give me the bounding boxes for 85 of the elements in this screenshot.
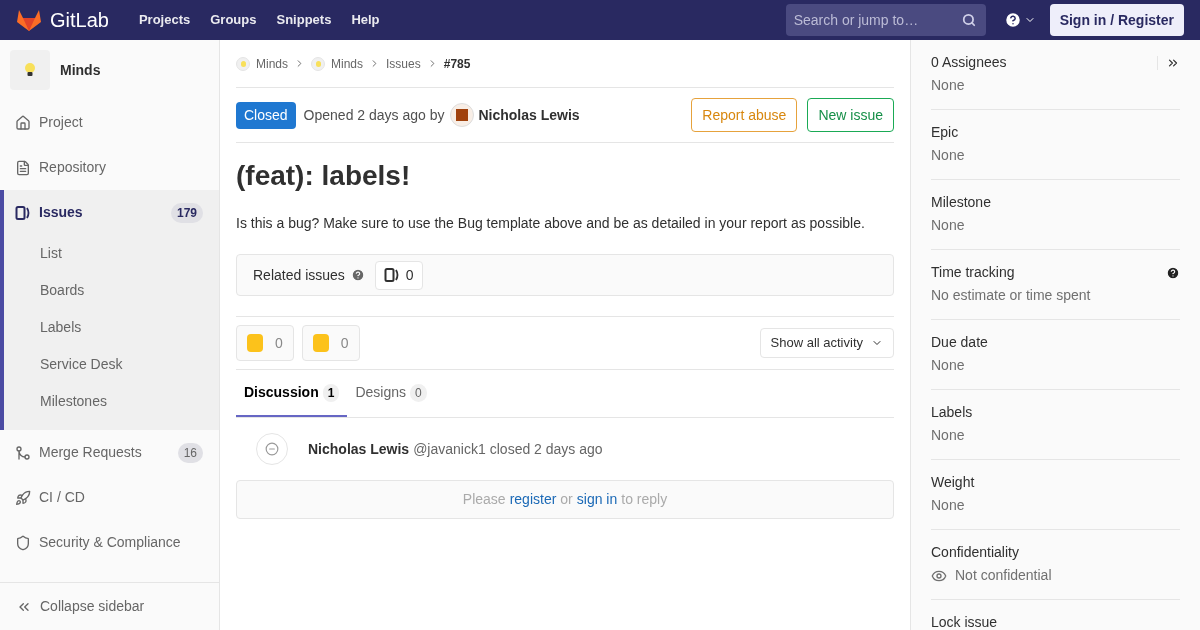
breadcrumb-link[interactable]: #785 — [443, 54, 471, 73]
note-action: closed 2 days ago — [489, 439, 603, 459]
activity-filter-dropdown[interactable]: Show all activity — [759, 328, 894, 358]
sidebar-item[interactable]: Security & Compliance — [0, 520, 219, 565]
sidebar-subitem[interactable]: List — [4, 235, 219, 272]
project-avatar — [311, 56, 325, 71]
opened-text: Opened 2 days ago by — [303, 105, 445, 125]
minus-circle-icon — [265, 442, 279, 456]
note-author[interactable]: Nicholas Lewis — [308, 438, 410, 460]
sidebar-subitem[interactable]: Boards — [4, 272, 219, 309]
breadcrumb-link[interactable]: Issues — [386, 54, 421, 73]
tab[interactable]: Designs 0 — [347, 370, 435, 417]
sign-in-button[interactable]: Sign in / Register — [1049, 4, 1184, 36]
status-badge: Closed — [236, 101, 296, 129]
section-title: Epic — [931, 123, 959, 142]
note-handle[interactable]: @javanick1 — [413, 438, 486, 460]
sidebar-item[interactable]: Project — [0, 100, 219, 145]
sidebar-item[interactable]: Repository — [0, 145, 219, 190]
sidebar-item[interactable]: Issues 179 — [4, 190, 219, 235]
nav-icon — [15, 159, 31, 176]
issue-title: (feat): labels! — [236, 159, 412, 193]
sidebar-label: Project — [39, 113, 84, 132]
count-badge: 179 — [170, 202, 203, 223]
nav-link[interactable]: Groups — [200, 10, 267, 30]
reply-prompt: Please register or sign in to reply — [236, 480, 894, 519]
collapse-sidebar-button[interactable]: Collapse sidebar — [0, 582, 219, 630]
section-title: Weight — [931, 473, 975, 492]
section-title: Time tracking — [931, 263, 1015, 282]
section-title: 0 Assignees — [931, 53, 1007, 72]
sidebar-subitem[interactable]: Service Desk — [4, 346, 219, 383]
section-value: None — [931, 496, 965, 515]
reaction-button[interactable]: 0 — [236, 325, 294, 361]
sidebar-label: CI / CD — [39, 488, 86, 507]
help-icon[interactable] — [1003, 11, 1022, 29]
section-value: None — [931, 426, 965, 445]
nav-icon — [15, 114, 31, 131]
nav-icon — [15, 534, 31, 551]
issue-description: Is this a bug? Make sure to use the Bug template above and be as detailed in your report as possible. — [236, 214, 866, 233]
section-value: No estimate or time spent — [931, 286, 1091, 305]
sign-in-link[interactable]: sign in — [576, 489, 618, 510]
section-value: Not confidential — [955, 566, 1052, 585]
nav-icon — [15, 489, 31, 506]
issues-icon — [383, 267, 400, 283]
nav-icon — [15, 444, 31, 461]
project-avatar — [236, 56, 250, 71]
section-value: None — [931, 356, 965, 375]
nav-link[interactable]: Snippets — [266, 10, 342, 30]
fox-logo-icon[interactable] — [16, 8, 42, 32]
count-badge: 1 — [322, 383, 340, 402]
project-name[interactable]: Minds — [60, 59, 101, 81]
section-value: None — [931, 76, 965, 95]
sidebar-item[interactable]: CI / CD — [0, 475, 219, 520]
related-issues-label: Related issues — [253, 265, 345, 285]
related-count-badge: 0 — [374, 260, 423, 290]
section-value: None — [931, 146, 965, 165]
sidebar-subitem[interactable]: Milestones — [4, 383, 219, 420]
sidebar-label: Merge Requests — [39, 443, 143, 462]
reaction-button[interactable]: 0 — [301, 325, 360, 361]
section-title: Labels — [931, 403, 973, 422]
section-title: Lock issue — [931, 613, 998, 630]
sidebar-label: Repository — [39, 158, 107, 177]
tab[interactable]: Discussion 1 — [236, 370, 348, 417]
nav-link[interactable]: Help — [341, 10, 390, 30]
brand-name[interactable]: GitLab — [50, 5, 109, 35]
new-issue-button[interactable]: New issue — [807, 98, 894, 132]
count-badge: 0 — [410, 383, 427, 402]
sidebar-subitem[interactable]: Labels — [4, 309, 219, 346]
avatar-icon — [450, 103, 475, 127]
sidebar-label: Issues — [39, 203, 84, 222]
section-value: None — [931, 216, 965, 235]
count-badge: 16 — [177, 442, 203, 463]
lightbulb-icon — [24, 62, 36, 78]
issues-icon — [15, 204, 31, 221]
search-icon — [961, 13, 976, 27]
sidebar-item[interactable]: Merge Requests 16 — [0, 430, 219, 475]
section-title: Due date — [931, 333, 988, 352]
search-field[interactable]: Search or jump to… — [785, 4, 986, 36]
section-title: Milestone — [931, 193, 991, 212]
author-link[interactable]: Nicholas Lewis — [478, 104, 580, 126]
breadcrumb-link[interactable]: Minds — [256, 54, 288, 73]
sidebar-label: Security & Compliance — [39, 533, 182, 552]
register-link[interactable]: register — [509, 489, 557, 510]
nav-link[interactable]: Projects — [128, 10, 201, 30]
section-title: Confidentiality — [931, 543, 1019, 562]
breadcrumb-link[interactable]: Minds — [331, 54, 364, 73]
